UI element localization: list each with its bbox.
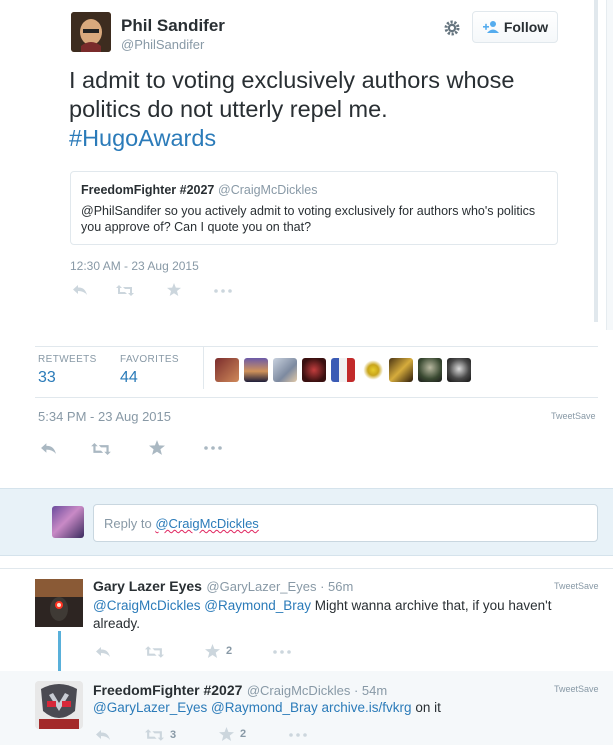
tweet-text-line: I admit to voting exclusively authors wh… [69,67,515,93]
favorite-icon[interactable] [167,283,181,296]
avatar[interactable] [71,12,111,52]
reply-time[interactable]: 54m [362,683,387,698]
more-icon[interactable] [289,733,307,737]
mention-link[interactable]: @Raymond_Bray [211,700,318,715]
reply-text: @GaryLazer_Eyes @Raymond_Bray archive.is… [93,699,593,717]
divider [35,346,598,347]
follow-label: Follow [503,19,549,35]
reply-prefix: Reply to [104,516,156,531]
mention-link[interactable]: @CraigMcDickles [93,598,200,613]
retweet-icon [145,729,164,741]
quoted-author-handle[interactable]: @CraigMcDickles [218,183,318,197]
reply-time[interactable]: 56m [328,579,353,594]
author-handle[interactable]: @PhilSandifer [121,37,204,52]
author-name[interactable]: Phil Sandifer [121,16,225,36]
stats-separator [203,347,204,389]
add-user-icon [482,21,499,33]
reply-author-name[interactable]: FreedomFighter #2027 [93,682,242,698]
retweet-action[interactable] [145,646,170,658]
favorite-icon [219,727,234,741]
embed-timestamp[interactable]: 12:30 AM - 23 Aug 2015 [70,259,199,273]
retweets-label[interactable]: RETWEETS [38,354,97,365]
favoriter-avatar[interactable] [215,358,239,382]
reply-author-name[interactable]: Gary Lazer Eyes [93,578,202,594]
reply-mention: @CraigMcDickles [155,516,259,531]
reply-text: @CraigMcDickles @Raymond_Bray Might wann… [93,597,593,633]
favoriter-avatar[interactable] [244,358,268,382]
embed-scrollbar[interactable] [594,0,598,322]
reply-author-handle[interactable]: @GaryLazer_Eyes [206,579,316,594]
more-icon[interactable] [214,289,232,293]
favorites-label[interactable]: FAVORITES [120,354,179,365]
favoriter-avatar[interactable] [360,358,384,382]
retweet-icon[interactable] [91,443,111,455]
divider [0,568,613,569]
favorites-count[interactable]: 44 [120,369,138,387]
favoriter-avatar[interactable] [447,358,471,382]
favorite-icon[interactable] [149,440,165,455]
archive-link[interactable]: archive.is/fvkrg [322,700,412,715]
meta-separator: · [316,579,329,594]
favorite-count: 2 [226,645,233,657]
retweets-count[interactable]: 33 [38,369,56,387]
quoted-tweet-text: @PhilSandifer so you actively admit to v… [81,204,536,234]
favoriter-avatar[interactable] [302,358,326,382]
embed-edge [606,0,613,330]
tweet-text: I admit to voting exclusively authors wh… [69,66,579,153]
avatar[interactable] [35,681,83,729]
more-icon[interactable] [273,650,291,654]
favorite-action[interactable]: 2 [205,644,232,658]
retweet-action[interactable]: 3 [145,729,176,741]
reply-icon[interactable] [40,442,57,455]
favorite-count: 2 [240,728,247,740]
reply-text-body: Might wanna archive that, if you haven't [314,598,552,613]
reply-icon[interactable] [95,646,111,658]
reply-header: Gary Lazer Eyes @GaryLazer_Eyes · 56m [93,578,353,596]
avatar[interactable] [35,579,83,627]
meta-separator: · [350,683,362,698]
divider [35,397,598,398]
favoriter-avatar[interactable] [273,358,297,382]
reply-input[interactable]: Reply to @CraigMcDickles [93,504,598,542]
reply-icon[interactable] [72,284,88,296]
reply-text-body: on it [415,700,441,715]
retweet-icon[interactable] [116,285,134,296]
favoriter-avatar[interactable] [331,358,355,382]
favoriter-avatar[interactable] [389,358,413,382]
favorite-icon [205,644,220,658]
retweet-icon [145,646,164,658]
follow-button[interactable]: Follow [472,11,558,43]
gear-icon[interactable] [442,18,462,38]
tweetsave-label[interactable]: TweetSave [551,411,596,421]
tweetsave-label[interactable]: TweetSave [554,684,599,694]
tweet-timestamp[interactable]: 5:34 PM - 23 Aug 2015 [38,409,171,424]
mention-link[interactable]: @GaryLazer_Eyes [93,700,207,715]
favorite-action[interactable]: 2 [219,727,246,741]
favoriter-avatar[interactable] [418,358,442,382]
retweet-count: 3 [170,729,177,741]
reply-text-body: already. [93,616,141,631]
quoted-author-name[interactable]: FreedomFighter #2027 [81,183,214,197]
tweetsave-label[interactable]: TweetSave [554,581,599,591]
hashtag-link[interactable]: #HugoAwards [69,124,579,153]
reply-author-handle[interactable]: @CraigMcDickles [247,683,351,698]
tweet-text-line: politics do not utterly repel me. [69,96,388,122]
mention-link[interactable]: @Raymond_Bray [204,598,311,613]
reply-header: FreedomFighter #2027 @CraigMcDickles · 5… [93,682,387,700]
reply-icon[interactable] [95,729,111,741]
avatar [52,506,84,538]
more-icon[interactable] [203,446,223,450]
